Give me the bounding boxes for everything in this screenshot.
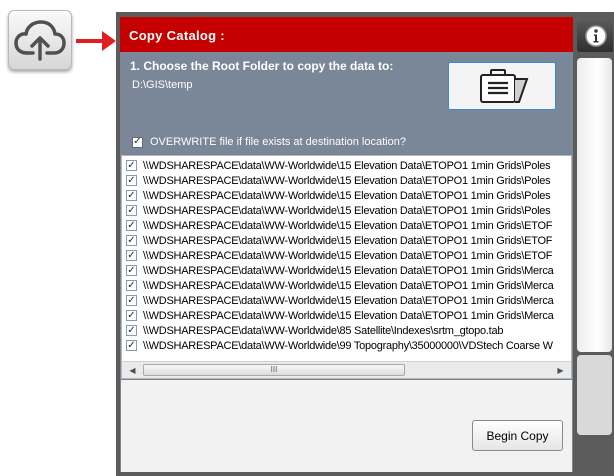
file-path: \\WDSHARESPACE\data\WW-Worldwide\99 Topo…	[143, 339, 553, 352]
file-checkbox[interactable]: ✓	[126, 190, 137, 201]
red-arrow-icon	[76, 31, 116, 51]
file-list[interactable]: ✓ \\WDSHARESPACE\data\WW-Worldwide\15 Ele…	[121, 155, 572, 379]
briefcase-icon	[480, 69, 529, 103]
file-path: \\WDSHARESPACE\data\WW-Worldwide\15 Elev…	[143, 234, 553, 247]
overwrite-option[interactable]: ✓ OVERWRITE file if file exists at desti…	[132, 134, 406, 150]
file-path: \\WDSHARESPACE\data\WW-Worldwide\15 Elev…	[143, 219, 553, 232]
file-checkbox[interactable]: ✓	[126, 295, 137, 306]
file-checkbox[interactable]: ✓	[126, 325, 137, 336]
file-list-item[interactable]: ✓ \\WDSHARESPACE\data\WW-Worldwide\15 Ele…	[126, 248, 571, 263]
cloud-upload-icon	[14, 20, 66, 61]
file-list-item[interactable]: ✓ \\WDSHARESPACE\data\WW-Worldwide\15 Ele…	[126, 233, 571, 248]
horizontal-scrollbar[interactable]: ◀ III ▶	[122, 361, 571, 378]
scroll-thumb[interactable]: III	[143, 364, 405, 376]
file-list-item[interactable]: ✓ \\WDSHARESPACE\data\WW-Worldwide\15 Ele…	[126, 203, 571, 218]
file-list-item[interactable]: ✓ \\WDSHARESPACE\data\WW-Worldwide\15 Ele…	[126, 263, 571, 278]
dialog-title: Copy Catalog :	[129, 28, 225, 43]
file-checkbox[interactable]: ✓	[126, 340, 137, 351]
scroll-left-icon[interactable]: ◀	[124, 362, 141, 378]
step-label: 1. Choose the Root Folder to copy the da…	[130, 59, 394, 73]
file-list-item[interactable]: ✓ \\WDSHARESPACE\data\WW-Worldwide\15 Ele…	[126, 293, 571, 308]
file-list-item[interactable]: ✓ \\WDSHARESPACE\data\WW-Worldwide\15 Ele…	[126, 173, 571, 188]
file-path: \\WDSHARESPACE\data\WW-Worldwide\15 Elev…	[143, 279, 554, 292]
file-path: \\WDSHARESPACE\data\WW-Worldwide\15 Elev…	[143, 264, 554, 277]
file-checkbox[interactable]: ✓	[126, 280, 137, 291]
side-scrollbar-thumb[interactable]	[577, 58, 612, 352]
file-list-item[interactable]: ✓ \\WDSHARESPACE\data\WW-Worldwide\15 Ele…	[126, 188, 571, 203]
file-checkbox[interactable]: ✓	[126, 250, 137, 261]
file-list-item[interactable]: ✓ \\WDSHARESPACE\data\WW-Worldwide\15 Ele…	[126, 308, 571, 323]
file-list-item[interactable]: ✓ \\WDSHARESPACE\data\WW-Worldwide\15 Ele…	[126, 158, 571, 173]
file-path: \\WDSHARESPACE\data\WW-Worldwide\85 Sate…	[143, 324, 504, 337]
file-list-item[interactable]: ✓ \\WDSHARESPACE\data\WW-Worldwide\99 Top…	[126, 338, 571, 353]
side-panel	[573, 17, 614, 472]
file-checkbox[interactable]: ✓	[126, 310, 137, 321]
file-checkbox[interactable]: ✓	[126, 235, 137, 246]
file-list-item[interactable]: ✓ \\WDSHARESPACE\data\WW-Worldwide\15 Ele…	[126, 218, 571, 233]
info-icon	[585, 25, 607, 47]
action-panel: Begin Copy	[121, 380, 572, 472]
file-checkbox[interactable]: ✓	[126, 220, 137, 231]
overwrite-label: OVERWRITE file if file exists at destina…	[150, 136, 406, 148]
copy-catalog-dialog: Copy Catalog : 1. Choose the Root Folder…	[120, 17, 573, 472]
file-list-item[interactable]: ✓ \\WDSHARESPACE\data\WW-Worldwide\15 Ele…	[126, 278, 571, 293]
file-path: \\WDSHARESPACE\data\WW-Worldwide\15 Elev…	[143, 294, 554, 307]
file-checkbox[interactable]: ✓	[126, 160, 137, 171]
cloud-upload-launcher-button[interactable]	[8, 10, 72, 70]
file-path: \\WDSHARESPACE\data\WW-Worldwide\15 Elev…	[143, 189, 551, 202]
begin-copy-button[interactable]: Begin Copy	[472, 420, 563, 451]
file-path: \\WDSHARESPACE\data\WW-Worldwide\15 Elev…	[143, 249, 553, 262]
scroll-right-icon[interactable]: ▶	[552, 362, 569, 378]
file-path: \\WDSHARESPACE\data\WW-Worldwide\15 Elev…	[143, 174, 551, 187]
overwrite-checkbox[interactable]: ✓	[132, 136, 143, 148]
browse-folder-button[interactable]	[448, 62, 556, 110]
file-path: \\WDSHARESPACE\data\WW-Worldwide\15 Elev…	[143, 159, 551, 172]
file-checkbox[interactable]: ✓	[126, 205, 137, 216]
file-checkbox[interactable]: ✓	[126, 175, 137, 186]
title-bar: Copy Catalog :	[120, 17, 573, 52]
info-tab[interactable]	[577, 20, 613, 52]
root-folder-path: D:\GIS\temp	[132, 79, 193, 91]
file-checkbox[interactable]: ✓	[126, 265, 137, 276]
side-scrollbar-track[interactable]	[577, 355, 612, 435]
file-path: \\WDSHARESPACE\data\WW-Worldwide\15 Elev…	[143, 309, 554, 322]
file-list-item[interactable]: ✓ \\WDSHARESPACE\data\WW-Worldwide\85 Sat…	[126, 323, 571, 338]
file-path: \\WDSHARESPACE\data\WW-Worldwide\15 Elev…	[143, 204, 551, 217]
